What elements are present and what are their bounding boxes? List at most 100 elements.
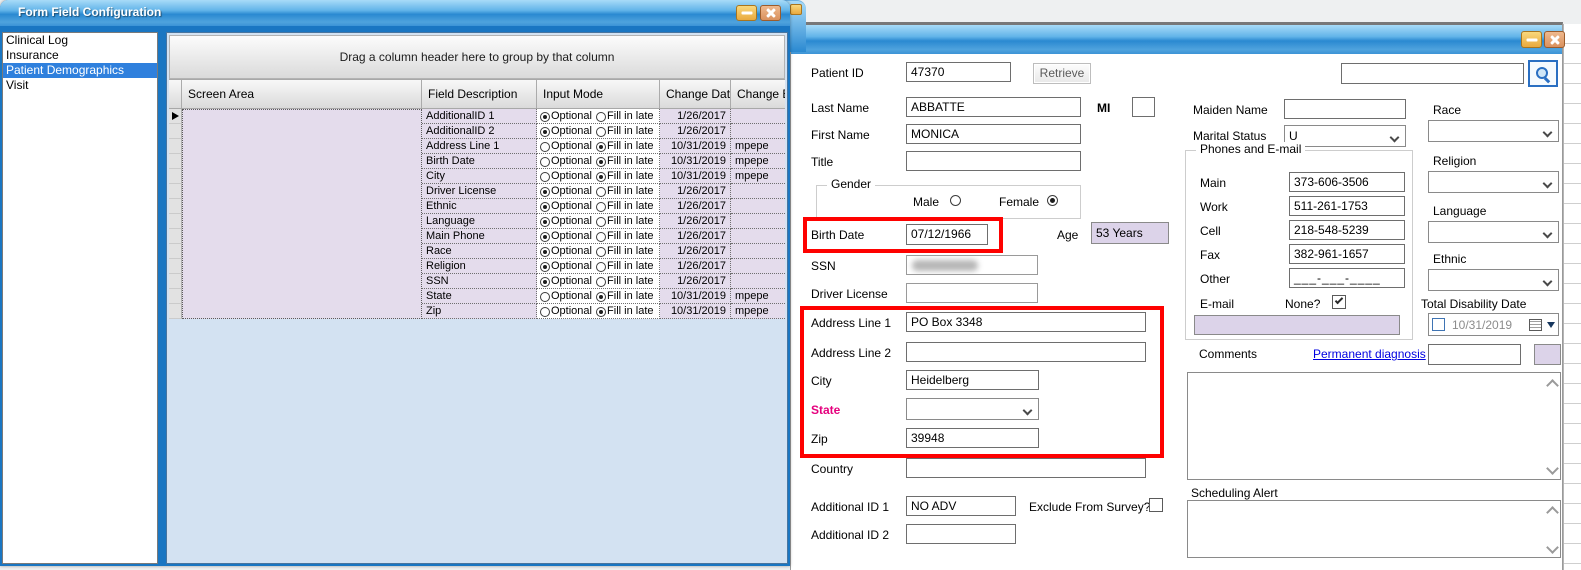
close-button[interactable]: [1544, 31, 1565, 48]
grid-row[interactable]: AdditionalID 1Optional Fill in late1/26/…: [422, 109, 785, 124]
grid-row[interactable]: EthnicOptional Fill in late1/26/2017: [422, 199, 785, 214]
column-header-field-description[interactable]: Field Description: [422, 80, 537, 108]
title-input[interactable]: [906, 151, 1081, 171]
additional-id2-input[interactable]: [906, 524, 1016, 544]
optional-radio[interactable]: [540, 127, 550, 137]
column-header-screen-area[interactable]: Screen Area: [182, 80, 422, 108]
screen-list-item[interactable]: Visit: [3, 78, 157, 93]
exclude-survey-checkbox[interactable]: [1149, 498, 1163, 512]
grid-row[interactable]: Driver LicenseOptional Fill in late1/26/…: [422, 184, 785, 199]
city-input[interactable]: Heidelberg: [906, 370, 1039, 390]
scroll-up-icon[interactable]: [1548, 379, 1556, 387]
grid-row[interactable]: ReligionOptional Fill in late1/26/2017: [422, 259, 785, 274]
screen-list[interactable]: Clinical LogInsurancePatient Demographic…: [2, 32, 158, 564]
fill-in-later-radio[interactable]: [596, 232, 606, 242]
diagnosis-input[interactable]: [1428, 344, 1521, 365]
optional-radio[interactable]: [540, 232, 550, 242]
grid-row[interactable]: Address Line 1Optional Fill in late10/31…: [422, 139, 785, 154]
fill-in-later-radio[interactable]: [596, 172, 606, 182]
grid-row[interactable]: ZipOptional Fill in late10/31/2019mpepe: [422, 304, 785, 319]
search-input[interactable]: [1341, 63, 1524, 84]
optional-radio[interactable]: [540, 172, 550, 182]
state-dropdown[interactable]: [906, 398, 1039, 420]
comments-textarea[interactable]: [1187, 372, 1561, 480]
column-header-input-mode[interactable]: Input Mode: [537, 80, 660, 108]
group-by-band[interactable]: Drag a column header here to group by th…: [169, 35, 785, 79]
screen-list-item[interactable]: Clinical Log: [3, 33, 157, 48]
phone-cell-input[interactable]: 218-548-5239: [1289, 220, 1405, 240]
additional-id1-input[interactable]: NO ADV: [906, 496, 1016, 516]
scroll-down-icon[interactable]: [1548, 544, 1556, 552]
fill-in-later-radio[interactable]: [596, 217, 606, 227]
minimize-button[interactable]: [736, 5, 757, 21]
grid-row[interactable]: StateOptional Fill in late10/31/2019mpep…: [422, 289, 785, 304]
grid-row[interactable]: LanguageOptional Fill in late1/26/2017: [422, 214, 785, 229]
optional-radio[interactable]: [540, 112, 550, 122]
column-header-change-date[interactable]: Change Date: [660, 80, 731, 108]
grid-row[interactable]: CityOptional Fill in late10/31/2019mpepe: [422, 169, 785, 184]
total-disability-datepicker[interactable]: 10/31/2019: [1428, 313, 1559, 336]
birth-date-input[interactable]: 07/12/1966: [906, 224, 988, 245]
phone-main-input[interactable]: 373-606-3506: [1289, 172, 1405, 192]
patient-id-input[interactable]: 47370: [906, 62, 1011, 82]
screen-list-item[interactable]: Insurance: [3, 48, 157, 63]
fill-in-later-radio[interactable]: [596, 277, 606, 287]
dropdown-arrow-icon[interactable]: [1547, 322, 1555, 328]
optional-radio[interactable]: [540, 247, 550, 257]
male-radio[interactable]: [950, 195, 961, 206]
optional-radio[interactable]: [540, 202, 550, 212]
optional-radio[interactable]: [540, 142, 550, 152]
optional-radio[interactable]: [540, 187, 550, 197]
religion-dropdown[interactable]: [1428, 171, 1559, 193]
optional-radio[interactable]: [540, 307, 550, 317]
scheduling-alert-textarea[interactable]: [1187, 500, 1561, 558]
race-dropdown[interactable]: [1428, 120, 1559, 142]
fill-in-later-radio[interactable]: [596, 142, 606, 152]
fill-in-later-radio[interactable]: [596, 202, 606, 212]
optional-radio[interactable]: [540, 262, 550, 272]
language-dropdown[interactable]: [1428, 221, 1559, 243]
first-name-input[interactable]: MONICA: [906, 124, 1081, 144]
email-none-checkbox[interactable]: [1332, 295, 1346, 309]
ssn-input[interactable]: [906, 255, 1038, 275]
optional-radio[interactable]: [540, 292, 550, 302]
female-radio[interactable]: [1047, 195, 1058, 206]
fill-in-later-radio[interactable]: [596, 157, 606, 167]
phone-fax-input[interactable]: 382-961-1657: [1289, 244, 1405, 264]
driver-license-input[interactable]: [906, 283, 1038, 303]
grid-row[interactable]: SSNOptional Fill in late1/26/2017: [422, 274, 785, 289]
scroll-down-icon[interactable]: [1548, 465, 1556, 473]
zip-input[interactable]: 39948: [906, 428, 1039, 448]
optional-radio[interactable]: [540, 157, 550, 167]
phone-other-input[interactable]: ___-___-____: [1289, 268, 1405, 288]
fill-in-later-radio[interactable]: [596, 307, 606, 317]
ethnic-dropdown[interactable]: [1428, 269, 1559, 291]
maiden-name-input[interactable]: [1284, 99, 1406, 119]
fill-in-later-radio[interactable]: [596, 127, 606, 137]
fill-in-later-radio[interactable]: [596, 112, 606, 122]
country-input[interactable]: [906, 458, 1146, 478]
date-enable-checkbox[interactable]: [1432, 318, 1445, 331]
phone-work-input[interactable]: 511-261-1753: [1289, 196, 1405, 216]
scroll-up-icon[interactable]: [1548, 506, 1556, 514]
address1-input[interactable]: PO Box 3348: [906, 312, 1146, 332]
grid-row[interactable]: RaceOptional Fill in late1/26/2017: [422, 244, 785, 259]
mi-input[interactable]: [1132, 97, 1155, 117]
address2-input[interactable]: [906, 342, 1146, 362]
optional-radio[interactable]: [540, 277, 550, 287]
fill-in-later-radio[interactable]: [596, 247, 606, 257]
grid-row[interactable]: Main PhoneOptional Fill in late1/26/2017: [422, 229, 785, 244]
minimize-button[interactable]: [1521, 31, 1542, 48]
last-name-input[interactable]: ABBATTE: [906, 97, 1081, 117]
grid-row[interactable]: Birth DateOptional Fill in late10/31/201…: [422, 154, 785, 169]
fill-in-later-radio[interactable]: [596, 187, 606, 197]
column-header-change-by[interactable]: Change By: [731, 80, 785, 108]
screen-list-item[interactable]: Patient Demographics: [3, 63, 157, 78]
grid-row[interactable]: AdditionalID 2Optional Fill in late1/26/…: [422, 124, 785, 139]
close-button[interactable]: [760, 5, 781, 21]
optional-radio[interactable]: [540, 217, 550, 227]
fill-in-later-radio[interactable]: [596, 262, 606, 272]
search-button[interactable]: [1528, 60, 1558, 87]
fill-in-later-radio[interactable]: [596, 292, 606, 302]
permanent-diagnosis-link[interactable]: Permanent diagnosis: [1313, 347, 1426, 361]
